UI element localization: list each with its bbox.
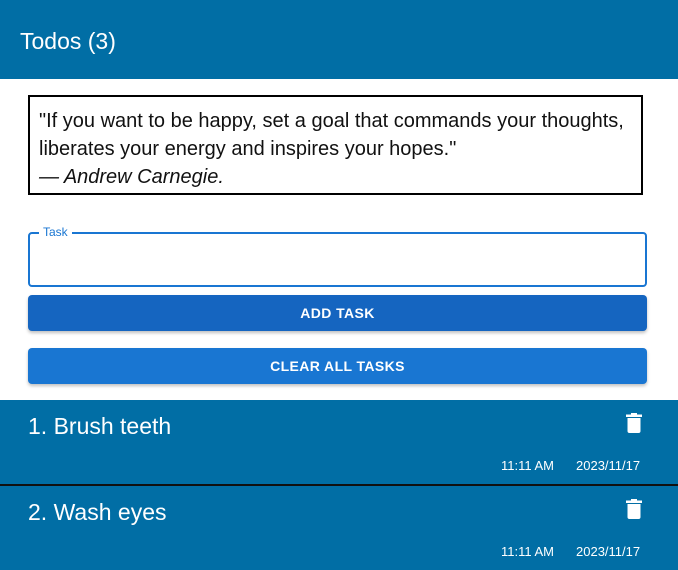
page-title: Todos (3) — [20, 28, 116, 54]
todo-time: 11:11 AM — [501, 458, 554, 473]
quote-author: — Andrew Carnegie. — [39, 166, 224, 188]
clear-all-tasks-button[interactable]: CLEAR ALL TASKS — [28, 348, 647, 384]
todo-date: 2023/11/17 — [576, 458, 641, 473]
app-header: Todos (3) — [0, 0, 678, 79]
todo-item: 1. Brush teeth 11:11 AM 2023/11/17 — [0, 400, 678, 484]
quote-box: "If you want to be happy, set a goal tha… — [28, 95, 643, 195]
trash-icon[interactable] — [626, 499, 642, 519]
todo-label: 1. Brush teeth — [28, 413, 172, 439]
todo-item: 2. Wash eyes 11:11 AM 2023/11/17 — [0, 486, 678, 570]
task-field[interactable]: Task — [28, 225, 647, 287]
add-task-button[interactable]: ADD TASK — [28, 295, 647, 331]
todo-date: 2023/11/17 — [576, 544, 641, 559]
trash-icon[interactable] — [626, 413, 642, 433]
quote-text: "If you want to be happy, set a goal tha… — [39, 110, 624, 160]
todo-label: 2. Wash eyes — [28, 499, 167, 525]
todo-time: 11:11 AM — [501, 544, 554, 559]
task-input[interactable] — [30, 234, 645, 285]
